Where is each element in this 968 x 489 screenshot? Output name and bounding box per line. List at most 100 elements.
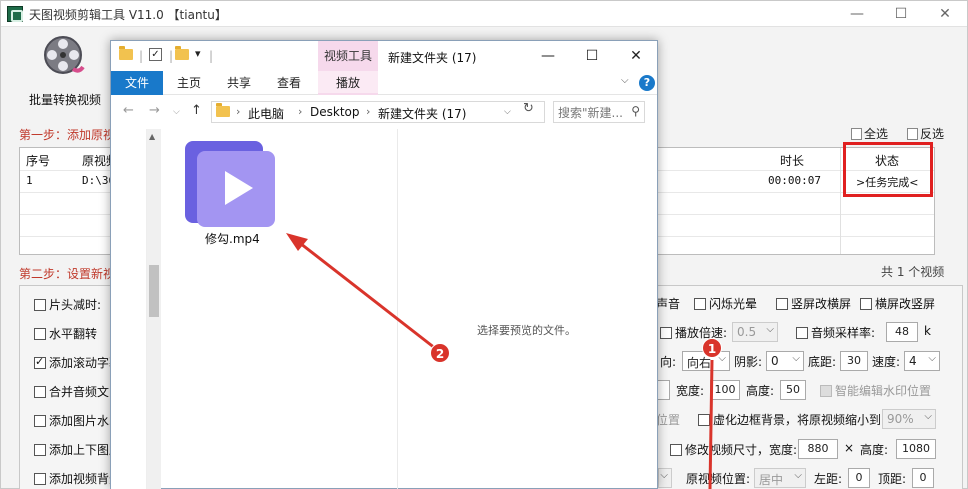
flash-checkbox[interactable]: 闪烁光晕 xyxy=(694,295,757,312)
col-index[interactable]: 序号 xyxy=(26,152,50,169)
new-folder-icon[interactable] xyxy=(175,46,189,63)
smart-watermark-button[interactable]: 智能编辑水印位置 xyxy=(820,382,931,399)
blur-border-label: 虚化边框背景，将原视频缩小到: xyxy=(713,413,886,427)
help-icon[interactable]: ? xyxy=(639,75,655,91)
landscape-to-portrait-checkbox[interactable]: 横屏改竖屏 xyxy=(860,295,935,312)
tab-share[interactable]: 共享 xyxy=(227,71,251,95)
recent-dropdown-icon[interactable]: ⌵ xyxy=(173,107,180,117)
navigation-pane[interactable] xyxy=(111,129,147,489)
explorer-close-icon[interactable]: ✕ xyxy=(621,45,651,67)
left-margin-label: 左距: xyxy=(814,472,843,486)
sample-rate-checkbox[interactable]: 音频采样率: xyxy=(796,324,875,341)
blur-scale-select[interactable]: 90% ⌵ xyxy=(882,409,936,429)
shadow-label: 阴影: xyxy=(734,355,763,369)
document-icon xyxy=(851,128,862,140)
breadcrumb-separator-icon: › xyxy=(236,105,241,118)
separator-icon: | xyxy=(209,49,214,63)
folder-icon xyxy=(119,46,133,63)
preview-pane-divider[interactable] xyxy=(397,129,398,489)
tab-play[interactable]: 播放 xyxy=(318,71,378,95)
chevron-down-icon[interactable]: ⌵ xyxy=(621,75,629,86)
forward-arrow-icon[interactable]: → xyxy=(149,103,160,118)
minimize-icon[interactable]: — xyxy=(847,4,867,24)
video-file-icon xyxy=(185,141,275,227)
invert-select-button[interactable]: 反选 xyxy=(907,125,944,142)
row-duration[interactable]: 00:00:07 xyxy=(768,174,821,187)
quick-access-dropdown-icon[interactable]: ▾ xyxy=(195,47,201,60)
checkbox-box xyxy=(34,328,46,340)
shadow-select[interactable]: 0 ⌵ xyxy=(766,351,804,371)
search-placeholder: 搜索"新建... xyxy=(558,106,623,120)
close-icon[interactable]: ✕ xyxy=(935,4,955,24)
step1-label: 第一步：添加原视 xyxy=(19,128,116,142)
select-all-button[interactable]: 全选 xyxy=(851,125,888,142)
orig-position-label: 原视频位置: xyxy=(686,472,751,486)
trim-head-checkbox[interactable]: 片头减时: xyxy=(34,296,101,313)
status-highlight-box xyxy=(843,142,933,197)
hflip-label: 水平翻转 xyxy=(49,327,98,341)
up-arrow-icon[interactable]: ↑ xyxy=(191,103,202,118)
scroll-up-icon[interactable]: ▲ xyxy=(149,132,155,141)
checkbox-box xyxy=(698,414,710,426)
bottom-margin-label: 底距: xyxy=(808,355,837,369)
batch-convert-button[interactable]: 批量转换视频 xyxy=(21,35,111,113)
col-duration[interactable]: 时长 xyxy=(780,152,804,169)
sample-rate-input[interactable]: 48 xyxy=(886,322,918,342)
explorer-titlebar: | ✓ | ▾ | 视频工具 新建文件夹 (17) — ☐ ✕ xyxy=(111,41,657,71)
bottom-margin-input[interactable]: 30 xyxy=(840,351,868,371)
change-size-checkbox[interactable]: 修改视频尺寸，宽度: xyxy=(670,441,797,458)
address-bar[interactable]: › 此电脑 › Desktop › 新建文件夹 (17) ⌵ xyxy=(211,101,545,123)
merge-audio-checkbox[interactable]: 合并音频文 xyxy=(34,383,109,400)
explorer-maximize-icon[interactable]: ☐ xyxy=(577,45,607,67)
size-height-input[interactable]: 1080 xyxy=(896,439,936,459)
properties-icon[interactable]: ✓ xyxy=(149,48,162,61)
tab-home[interactable]: 主页 xyxy=(177,71,201,95)
speed-select[interactable]: 4 ⌵ xyxy=(904,351,940,371)
breadcrumb-separator-icon: › xyxy=(298,105,303,118)
chevron-down-icon: ⌵ xyxy=(924,411,932,422)
portrait-to-landscape-checkbox[interactable]: 竖屏改横屏 xyxy=(776,295,851,312)
size-width-input[interactable]: 880 xyxy=(798,439,838,459)
tab-file[interactable]: 文件 xyxy=(111,71,163,95)
file-explorer-window[interactable]: | ✓ | ▾ | 视频工具 新建文件夹 (17) — ☐ ✕ 文件 主页 共享… xyxy=(110,40,658,489)
top-bottom-layer-checkbox[interactable]: 添加上下图层 xyxy=(34,441,121,458)
table-column-divider xyxy=(840,148,841,254)
checkbox-box xyxy=(34,386,46,398)
back-arrow-icon[interactable]: ← xyxy=(123,103,134,118)
play-speed-select[interactable]: 0.5 ⌵ xyxy=(732,322,778,342)
row-index[interactable]: 1 xyxy=(26,174,33,187)
checkbox-box xyxy=(660,327,672,339)
wm-x-input[interactable] xyxy=(656,380,670,400)
wm-height-input[interactable]: 50 xyxy=(780,380,806,400)
image-watermark-checkbox[interactable]: 添加图片水印 xyxy=(34,412,121,429)
tab-view[interactable]: 查看 xyxy=(277,71,301,95)
scroll-subtitle-checkbox[interactable]: 添加滚动字幕 xyxy=(34,354,121,371)
left-margin-input[interactable]: 0 xyxy=(848,468,870,488)
file-item-video[interactable]: 修勾.mp4 xyxy=(181,139,281,249)
wm-width-input[interactable]: 100 xyxy=(710,380,740,400)
position-label: 位置 xyxy=(656,413,681,427)
separator-icon: | xyxy=(169,49,174,63)
scroll-thumb[interactable] xyxy=(149,265,159,317)
hflip-checkbox[interactable]: 水平翻转 xyxy=(34,325,97,342)
pos-mode-select[interactable]: ⌵ xyxy=(658,468,672,488)
search-input[interactable]: 搜索"新建... ⚲ xyxy=(553,101,645,123)
direction-label: 向: xyxy=(660,355,677,369)
address-bar-row: ← → ⌵ ↑ › 此电脑 › Desktop › 新建文件夹 (17) ⌵ ↻… xyxy=(111,99,657,125)
breadcrumb-desktop[interactable]: Desktop xyxy=(310,105,360,119)
address-dropdown-icon[interactable]: ⌵ xyxy=(504,107,511,117)
trim-head-label: 片头减时: xyxy=(49,298,102,312)
nav-scrollbar[interactable]: ▲ xyxy=(147,129,161,489)
blur-border-checkbox[interactable]: 虚化边框背景，将原视频缩小到: xyxy=(698,411,885,428)
top-margin-input[interactable]: 0 xyxy=(912,468,934,488)
maximize-icon[interactable]: ☐ xyxy=(891,4,911,24)
orig-position-select[interactable]: 居中 ⌵ xyxy=(754,468,806,488)
breadcrumb-this-pc[interactable]: 此电脑 xyxy=(248,105,284,122)
breadcrumb-folder[interactable]: 新建文件夹 (17) xyxy=(378,105,466,122)
explorer-minimize-icon[interactable]: — xyxy=(533,45,563,67)
shadow-value: 0 xyxy=(771,354,779,368)
chevron-down-icon: ⌵ xyxy=(660,470,668,481)
refresh-icon[interactable]: ↻ xyxy=(523,101,534,116)
step-badge-2: 2 xyxy=(430,343,450,363)
video-bg-checkbox[interactable]: 添加视频背景 xyxy=(34,470,121,487)
